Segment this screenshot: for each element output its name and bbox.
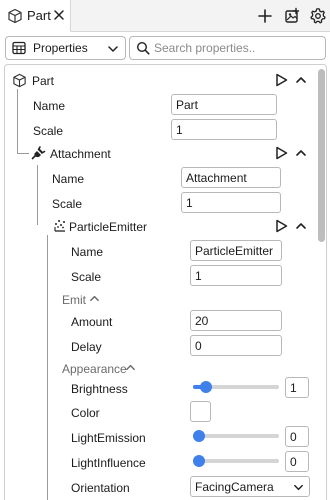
cube-icon — [8, 8, 22, 24]
part-name-label: Name — [33, 99, 66, 113]
emitter-name-field[interactable]: ParticleEmitter — [190, 240, 282, 261]
light-influence-slider[interactable] — [193, 455, 279, 467]
brightness-field[interactable]: 1 — [285, 377, 309, 398]
attachment-node-label[interactable]: Attachment — [50, 147, 111, 161]
chevron-up-icon[interactable] — [89, 293, 100, 304]
light-emission-label: LightEmission — [71, 431, 146, 445]
emit-group-label[interactable]: Emit — [62, 293, 86, 307]
particle-emitter-node-label[interactable]: ParticleEmitter — [69, 220, 147, 234]
chevron-up-icon[interactable] — [295, 147, 307, 159]
attachment-scale-label: Scale — [52, 197, 83, 211]
gear-icon[interactable] — [309, 7, 327, 25]
chevron-up-icon[interactable] — [295, 220, 307, 232]
close-icon[interactable] — [52, 8, 66, 22]
part-scale-label: Scale — [33, 124, 64, 138]
tab-part[interactable]: Part — [0, 0, 71, 32]
plug-icon — [31, 146, 46, 160]
brightness-label: Brightness — [71, 382, 128, 396]
emitter-name-label: Name — [71, 245, 104, 259]
part-scale-field[interactable]: 1 — [171, 119, 277, 140]
attachment-scale-field[interactable]: 1 — [181, 192, 281, 213]
search-icon — [136, 41, 150, 55]
chevron-down-icon — [294, 484, 303, 491]
delay-label: Delay — [71, 340, 102, 354]
tree-line — [17, 89, 18, 153]
light-emission-slider-thumb[interactable] — [193, 430, 205, 442]
tab-bar: Part — [0, 0, 330, 32]
orientation-label: Orientation — [71, 481, 130, 495]
chevron-up-icon[interactable] — [125, 362, 136, 373]
tree-line — [47, 235, 48, 500]
light-influence-label: LightInfluence — [71, 456, 146, 470]
tab-title: Part — [27, 8, 51, 23]
tree-line — [37, 165, 38, 225]
light-influence-field[interactable]: 0 — [285, 451, 309, 472]
emitter-scale-field[interactable]: 1 — [190, 265, 282, 286]
chevron-down-icon — [108, 46, 118, 52]
play-icon[interactable] — [275, 73, 288, 87]
light-influence-slider-thumb[interactable] — [193, 455, 205, 467]
play-icon[interactable] — [275, 219, 288, 233]
table-icon — [12, 41, 26, 55]
brightness-slider-thumb[interactable] — [200, 381, 212, 393]
search-box — [129, 36, 326, 60]
cube-icon — [13, 73, 26, 88]
orientation-select[interactable]: FacingCamera — [190, 476, 310, 497]
orientation-select-value: FacingCamera — [195, 480, 274, 494]
add-icon[interactable] — [256, 7, 274, 25]
appearance-group-label[interactable]: Appearance — [62, 362, 127, 376]
part-node-label[interactable]: Part — [32, 74, 54, 88]
delay-field[interactable]: 0 — [190, 335, 282, 356]
scrollbar[interactable] — [318, 69, 325, 242]
amount-field[interactable]: 20 — [190, 310, 282, 331]
light-emission-slider[interactable] — [193, 430, 279, 442]
properties-panel: Part Name Part Scale 1 Attachment Name A… — [4, 64, 327, 500]
brightness-slider[interactable] — [193, 381, 279, 393]
emitter-scale-label: Scale — [71, 270, 102, 284]
amount-label: Amount — [71, 315, 113, 329]
color-label: Color — [71, 406, 100, 420]
tree-line — [17, 153, 29, 154]
search-input[interactable] — [154, 40, 322, 56]
view-dropdown[interactable]: Properties — [5, 36, 126, 60]
chevron-up-icon[interactable] — [295, 74, 307, 86]
play-icon[interactable] — [275, 146, 288, 160]
part-name-field[interactable]: Part — [171, 94, 277, 115]
particles-icon — [54, 220, 65, 232]
color-swatch[interactable] — [190, 401, 211, 422]
attachment-name-label: Name — [52, 172, 85, 186]
light-emission-field[interactable]: 0 — [285, 426, 309, 447]
view-dropdown-label: Properties — [33, 41, 88, 55]
image-icon[interactable] — [283, 7, 301, 25]
attachment-name-field[interactable]: Attachment — [181, 167, 281, 188]
